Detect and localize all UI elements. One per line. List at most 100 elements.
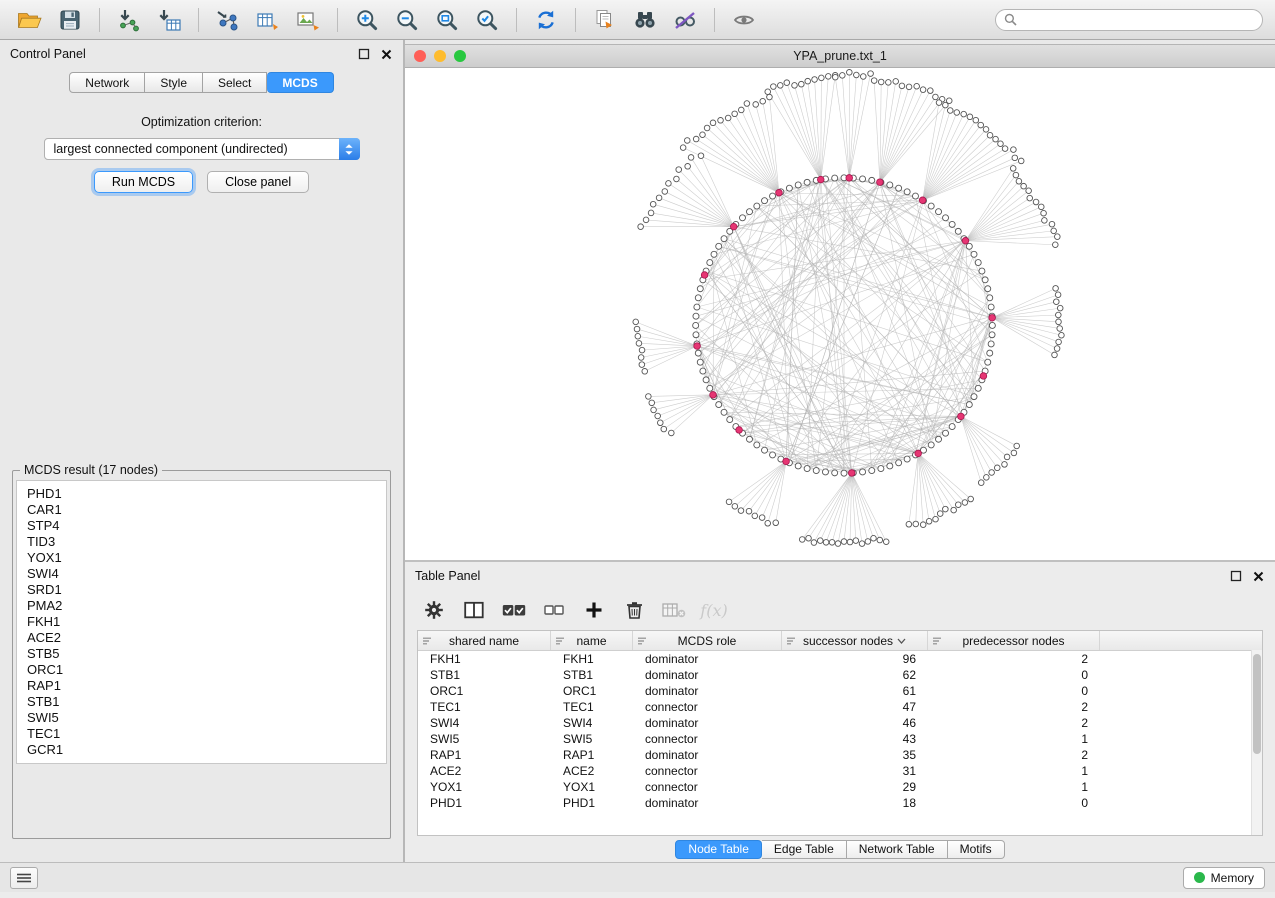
mcds-result-item[interactable]: TEC1 [17, 726, 386, 742]
search-objects-icon[interactable] [627, 5, 663, 35]
table-panel-header: Table Panel [405, 562, 1275, 590]
mcds-result-item[interactable]: ORC1 [17, 662, 386, 678]
table-cell: 1 [928, 764, 1100, 778]
network-graph[interactable] [405, 68, 1275, 560]
mcds-result-item[interactable]: PMA2 [17, 598, 386, 614]
main-toolbar [0, 0, 1275, 40]
mcds-result-item[interactable]: RAP1 [17, 678, 386, 694]
mcds-result-item[interactable]: SRD1 [17, 582, 386, 598]
mcds-result-item[interactable]: TID3 [17, 534, 386, 550]
mcds-result-item[interactable]: YOX1 [17, 550, 386, 566]
zoom-in-icon[interactable] [349, 5, 385, 35]
mcds-result-item[interactable]: FKH1 [17, 614, 386, 630]
apply-function-icon: f(x) [699, 596, 729, 624]
tab-motifs[interactable]: Motifs [948, 840, 1005, 859]
table-settings-gear-icon[interactable] [419, 596, 449, 624]
optimization-criterion-select[interactable]: largest connected component (undirected) [44, 138, 360, 160]
toolbar-separator [99, 8, 100, 32]
tab-select[interactable]: Select [203, 72, 267, 93]
close-panel-icon[interactable] [1251, 569, 1265, 583]
column-header-name[interactable]: name [551, 631, 633, 650]
table-row[interactable]: PHD1PHD1dominator180 [418, 795, 1262, 811]
hide-selected-icon[interactable] [667, 5, 703, 35]
table-cell: RAP1 [551, 748, 633, 762]
search-box[interactable] [995, 9, 1263, 31]
table-row[interactable]: FKH1FKH1dominator962 [418, 651, 1262, 667]
mcds-result-item[interactable]: STP4 [17, 518, 386, 534]
table-row[interactable]: ACE2ACE2connector311 [418, 763, 1262, 779]
panel-selector-icon[interactable] [10, 867, 38, 889]
mcds-result-group: MCDS result (17 nodes) PHD1CAR1STP4TID3Y… [12, 463, 391, 839]
mcds-result-item[interactable]: PHD1 [17, 486, 386, 502]
export-image-icon[interactable] [290, 5, 326, 35]
table-cell: ACE2 [418, 764, 551, 778]
mcds-result-item[interactable]: CAR1 [17, 502, 386, 518]
network-canvas[interactable] [405, 68, 1275, 560]
mcds-result-item[interactable]: ACE2 [17, 630, 386, 646]
control-panel-header: Control Panel [0, 40, 403, 68]
column-header-mcds-role[interactable]: MCDS role [633, 631, 782, 650]
open-folder-icon[interactable] [12, 5, 48, 35]
table-row[interactable]: YOX1YOX1connector291 [418, 779, 1262, 795]
table-cell: SWI4 [418, 716, 551, 730]
memory-button[interactable]: Memory [1183, 867, 1265, 889]
column-header-successor-nodes[interactable]: successor nodes [782, 631, 928, 650]
delete-rows-icon[interactable] [619, 596, 649, 624]
optimization-criterion-label: Optimization criterion: [0, 115, 403, 129]
tab-style[interactable]: Style [145, 72, 203, 93]
memory-indicator-icon [1194, 872, 1205, 883]
table-cell: connector [633, 700, 782, 714]
show-columns-icon[interactable] [459, 596, 489, 624]
deselect-all-rows-icon[interactable] [539, 596, 569, 624]
column-header-label: shared name [449, 634, 519, 648]
network-window-titlebar[interactable]: YPA_prune.txt_1 [405, 44, 1275, 68]
import-table-file-icon[interactable] [151, 5, 187, 35]
refresh-view-icon[interactable] [528, 5, 564, 35]
zoom-selected-icon[interactable] [469, 5, 505, 35]
table-row[interactable]: STB1STB1dominator620 [418, 667, 1262, 683]
mcds-result-item[interactable]: STB1 [17, 694, 386, 710]
control-panel: Control Panel NetworkStyleSelectMCDS Opt… [0, 40, 405, 862]
table-scrollbar[interactable] [1251, 650, 1262, 835]
mcds-buttons-row: Run MCDS Close panel [0, 171, 403, 193]
tab-edge-table[interactable]: Edge Table [762, 840, 847, 859]
table-cell: FKH1 [551, 652, 633, 666]
copy-share-document-icon[interactable] [587, 5, 623, 35]
mcds-result-item[interactable]: SWI5 [17, 710, 386, 726]
share-network-icon[interactable] [210, 5, 246, 35]
search-input[interactable] [1022, 12, 1254, 28]
table-cell: 2 [928, 748, 1100, 762]
add-row-icon[interactable] [579, 596, 609, 624]
zoom-fit-icon[interactable] [429, 5, 465, 35]
search-icon [1004, 13, 1017, 26]
select-all-rows-icon[interactable] [499, 596, 529, 624]
column-header-predecessor-nodes[interactable]: predecessor nodes [928, 631, 1100, 650]
table-panel-title: Table Panel [415, 569, 480, 583]
close-panel-icon[interactable] [379, 47, 393, 61]
mcds-result-list[interactable]: PHD1CAR1STP4TID3YOX1SWI4SRD1PMA2FKH1ACE2… [16, 480, 387, 764]
float-panel-icon[interactable] [357, 47, 371, 61]
mcds-result-item[interactable]: SWI4 [17, 566, 386, 582]
save-icon[interactable] [52, 5, 88, 35]
tab-network-table[interactable]: Network Table [847, 840, 948, 859]
close-mcds-panel-button[interactable]: Close panel [207, 171, 309, 193]
run-mcds-button[interactable]: Run MCDS [94, 171, 193, 193]
zoom-out-icon[interactable] [389, 5, 425, 35]
tab-mcds[interactable]: MCDS [267, 72, 333, 93]
mcds-result-item[interactable]: GCR1 [17, 742, 386, 758]
show-all-icon[interactable] [726, 5, 762, 35]
new-network-table-icon[interactable] [250, 5, 286, 35]
toolbar-separator [516, 8, 517, 32]
tab-network[interactable]: Network [69, 72, 145, 93]
table-row[interactable]: SWI4SWI4dominator462 [418, 715, 1262, 731]
tab-node-table[interactable]: Node Table [675, 840, 762, 859]
mcds-result-item[interactable]: STB5 [17, 646, 386, 662]
table-row[interactable]: SWI5SWI5connector431 [418, 731, 1262, 747]
table-row[interactable]: TEC1TEC1connector472 [418, 699, 1262, 715]
float-panel-icon[interactable] [1229, 569, 1243, 583]
import-network-file-icon[interactable] [111, 5, 147, 35]
column-header-shared-name[interactable]: shared name [418, 631, 551, 650]
table-row[interactable]: ORC1ORC1dominator610 [418, 683, 1262, 699]
table-row[interactable]: RAP1RAP1dominator352 [418, 747, 1262, 763]
scrollbar-thumb[interactable] [1253, 654, 1261, 754]
